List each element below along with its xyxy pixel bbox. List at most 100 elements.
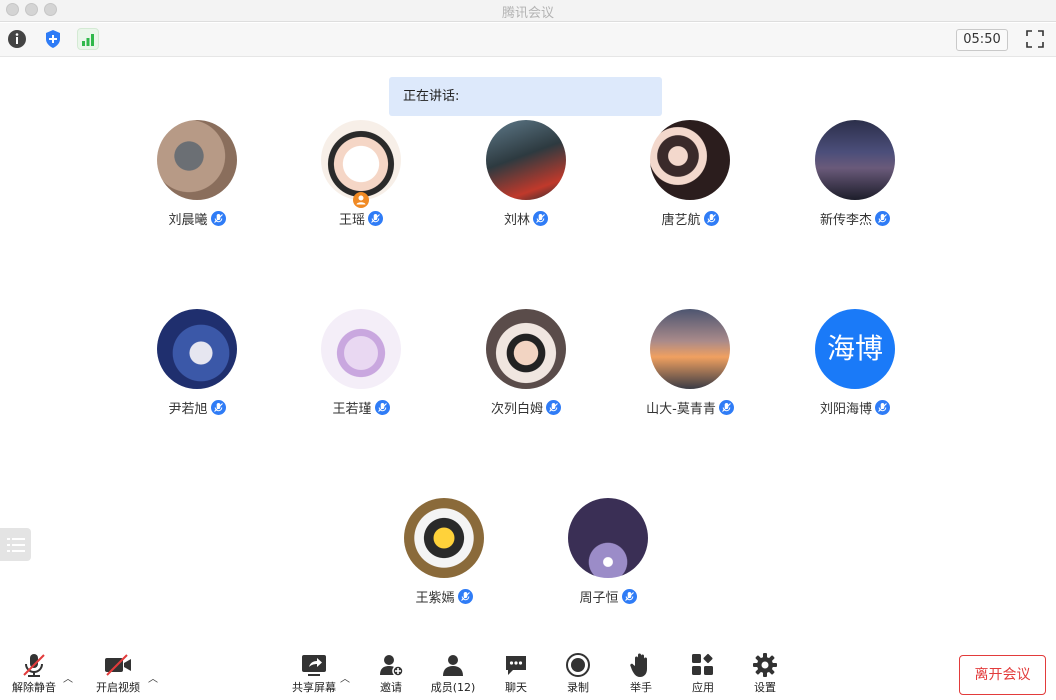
apps-button[interactable]: 应用: [675, 652, 731, 695]
members-icon: [425, 652, 481, 678]
participant-tile[interactable]: 王若瑾: [281, 309, 441, 417]
gear-icon: [737, 652, 793, 678]
microphone-muted-icon: [368, 210, 383, 226]
participant-name: 周子恒: [579, 590, 619, 606]
participant-tile[interactable]: 唐艺航: [610, 120, 770, 228]
participant-name-row: 次列白姆: [446, 397, 606, 417]
members-label: 成员(12): [430, 681, 476, 694]
participant-name-row: 王瑶: [281, 208, 441, 228]
participant-name-row: 周子恒: [528, 586, 688, 606]
meeting-toolbar: 解除静音 ︿ 开启视频 ︿ 共享屏幕 ︿ 邀请 成员(12) 聊天 录制 举手 …: [0, 640, 1056, 700]
participant-tile[interactable]: 周子恒: [528, 498, 688, 606]
avatar-text: 海博: [826, 332, 883, 365]
avatar: [650, 120, 730, 200]
participant-tile[interactable]: 尹若旭: [117, 309, 277, 417]
record-label: 录制: [567, 681, 589, 694]
participant-tile[interactable]: 新传李杰: [775, 120, 935, 228]
invite-button[interactable]: 邀请: [363, 652, 419, 695]
side-list-toggle[interactable]: [0, 528, 31, 561]
window-title: 腾讯会议: [501, 6, 554, 21]
settings-button[interactable]: 设置: [737, 652, 793, 695]
unmute-label: 解除静音: [12, 681, 56, 694]
participant-tile[interactable]: 次列白姆: [446, 309, 606, 417]
raise-hand-button[interactable]: 举手: [613, 652, 669, 695]
microphone-muted-icon: [533, 210, 548, 226]
participant-name: 新传李杰: [819, 212, 872, 228]
avatar: [815, 120, 895, 200]
participant-name-row: 刘林: [446, 208, 606, 228]
fullscreen-icon[interactable]: [1026, 30, 1044, 48]
participant-tile[interactable]: 山大-莫青青: [610, 309, 770, 417]
microphone-muted-icon: [621, 588, 637, 604]
chat-bubble-icon: [488, 652, 544, 678]
participant-name-row: 唐艺航: [610, 208, 770, 228]
microphone-muted-icon: [875, 399, 890, 415]
participant-name: 刘晨曦: [168, 212, 208, 228]
participant-name: 王瑶: [338, 212, 365, 228]
participant-tile[interactable]: 王紫嫣: [364, 498, 524, 606]
avatar: [486, 309, 566, 389]
record-icon: [550, 652, 606, 678]
settings-label: 设置: [754, 681, 776, 694]
participant-name: 次列白姆: [490, 401, 543, 417]
avatar: [157, 309, 237, 389]
participant-tile[interactable]: 刘晨曦: [117, 120, 277, 228]
participant-tile[interactable]: 刘林: [446, 120, 606, 228]
microphone-muted-icon: [6, 652, 62, 678]
meeting-timer: 05:50: [956, 29, 1008, 51]
meeting-topbar: 05:50: [0, 23, 1056, 57]
participant-name: 唐艺航: [661, 212, 701, 228]
participant-name-row: 新传李杰: [775, 208, 935, 228]
raise-hand-label: 举手: [630, 681, 652, 694]
share-screen-button[interactable]: 共享屏幕: [286, 652, 342, 695]
participant-name-row: 刘阳海博: [775, 397, 935, 417]
participant-tile[interactable]: 海博刘阳海博: [775, 309, 935, 417]
participant-name: 山大-莫青青: [646, 401, 716, 417]
participant-tile[interactable]: 王瑶: [281, 120, 441, 228]
camera-off-icon: [90, 652, 146, 678]
participant-name: 王紫嫣: [415, 590, 455, 606]
avatar: [650, 309, 730, 389]
participant-name-row: 王若瑾: [281, 397, 441, 417]
participant-name: 王若瑾: [332, 401, 372, 417]
participant-name-row: 尹若旭: [117, 397, 277, 417]
video-options-caret-icon[interactable]: ︿: [148, 670, 158, 685]
microphone-muted-icon: [210, 399, 226, 415]
host-badge-icon: [353, 192, 369, 208]
avatar: [321, 120, 401, 200]
share-screen-label: 共享屏幕: [292, 681, 336, 694]
apps-label: 应用: [692, 681, 714, 694]
microphone-muted-icon: [374, 399, 390, 415]
record-button[interactable]: 录制: [550, 652, 606, 695]
invite-label: 邀请: [380, 681, 402, 694]
audio-options-caret-icon[interactable]: ︿: [63, 670, 73, 685]
chat-button[interactable]: 聊天: [488, 652, 544, 695]
avatar: [568, 498, 648, 578]
microphone-muted-icon: [546, 399, 561, 415]
avatar: 海博: [815, 309, 895, 389]
info-icon[interactable]: [6, 28, 28, 50]
unmute-button[interactable]: 解除静音: [6, 652, 62, 695]
participant-name: 刘阳海博: [819, 401, 872, 417]
start-video-button[interactable]: 开启视频: [90, 652, 146, 695]
window-titlebar: 腾讯会议: [0, 0, 1056, 22]
participant-name-row: 王紫嫣: [364, 586, 524, 606]
active-speaker-banner: 正在讲话:: [389, 77, 662, 116]
participant-name: 刘林: [503, 212, 530, 228]
share-options-caret-icon[interactable]: ︿: [340, 670, 350, 685]
microphone-muted-icon: [703, 210, 719, 226]
signal-strength-icon[interactable]: [77, 28, 99, 50]
avatar: [404, 498, 484, 578]
leave-meeting-button[interactable]: 离开会议: [959, 655, 1046, 695]
start-video-label: 开启视频: [96, 681, 140, 694]
participant-name-row: 山大-莫青青: [610, 397, 770, 417]
apps-grid-icon: [675, 652, 731, 678]
list-icon: [6, 537, 25, 552]
avatar: [157, 120, 237, 200]
chat-label: 聊天: [505, 681, 527, 694]
security-shield-icon[interactable]: [42, 28, 64, 50]
microphone-muted-icon: [210, 210, 226, 226]
share-screen-icon: [286, 652, 342, 678]
avatar: [486, 120, 566, 200]
members-button[interactable]: 成员(12): [425, 652, 481, 695]
